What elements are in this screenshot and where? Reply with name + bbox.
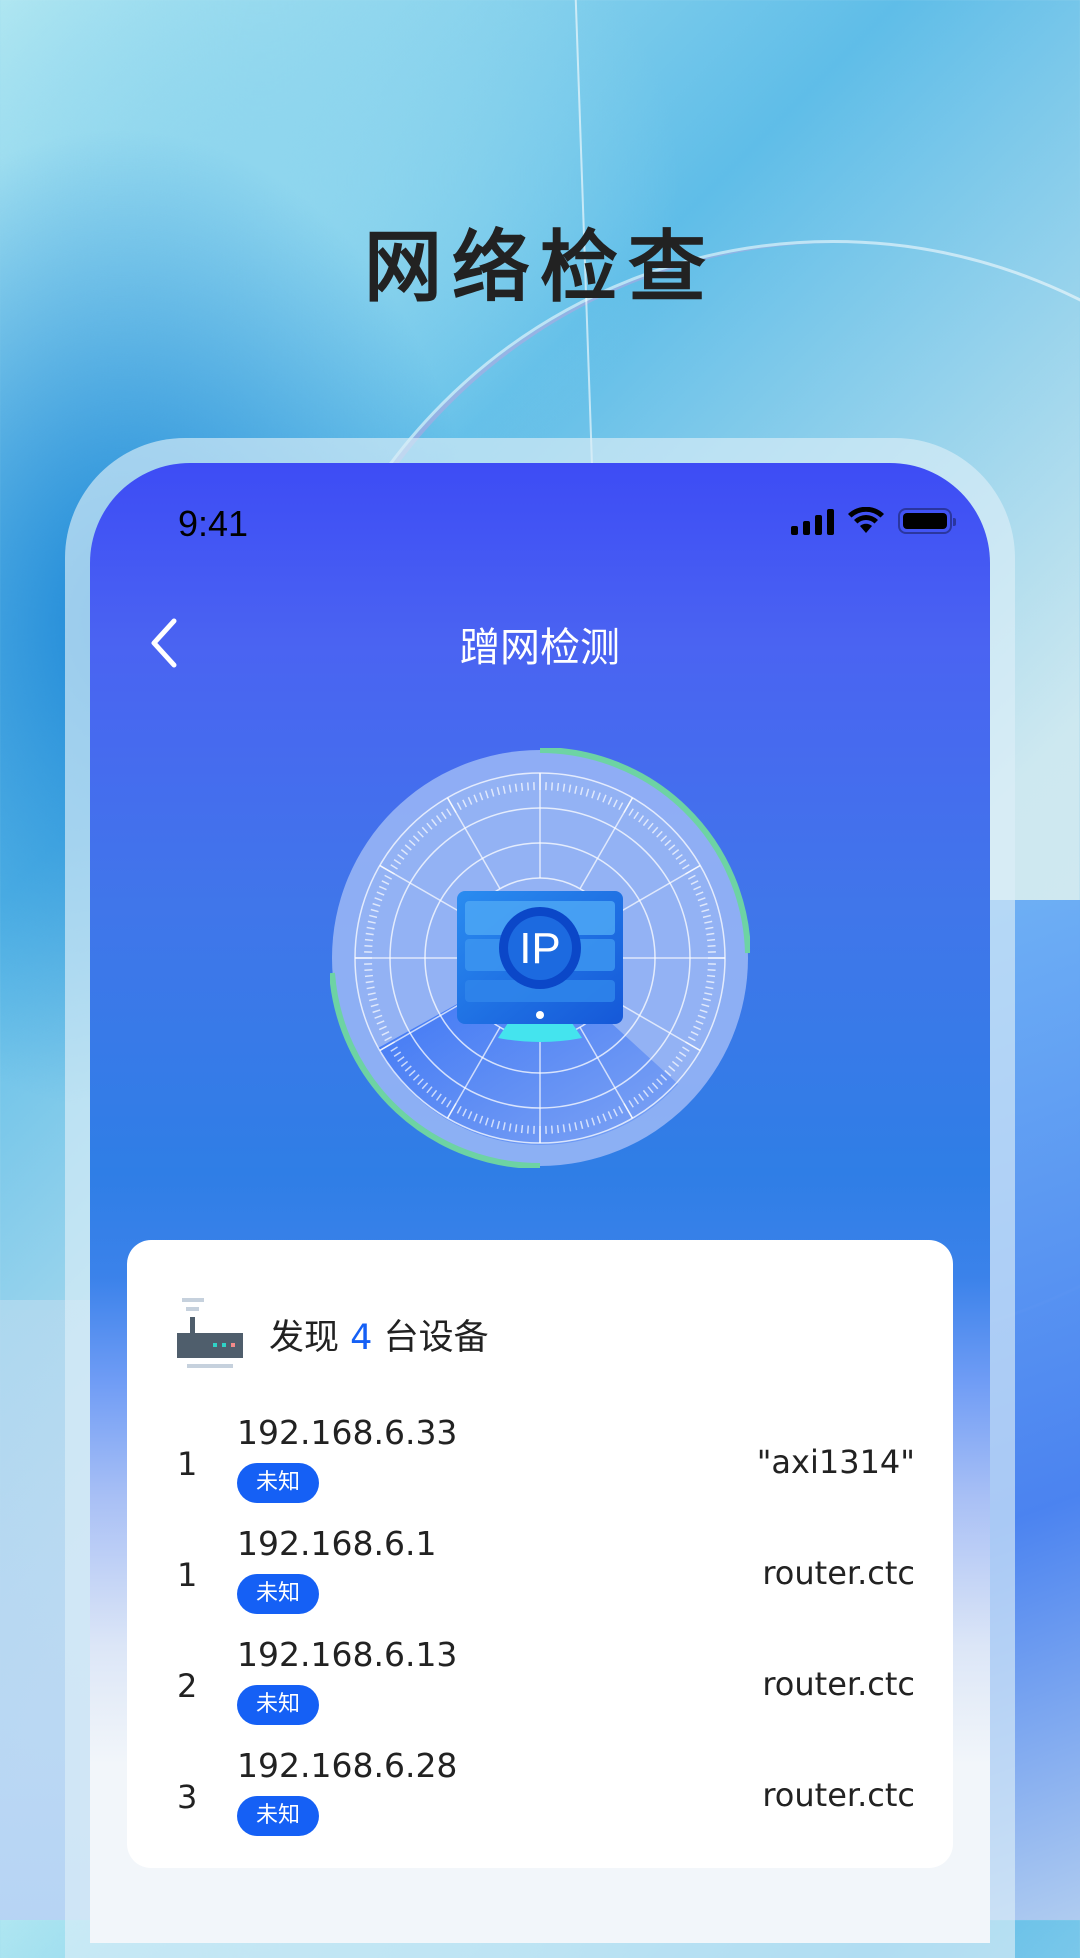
radar-tick xyxy=(707,976,715,977)
radar-tick xyxy=(552,782,553,790)
radar-tick xyxy=(364,970,372,971)
title-prefix: 发现 xyxy=(269,1318,339,1358)
device-hostname: router.ctc xyxy=(762,1665,915,1703)
device-ip: 192.168.6.1 xyxy=(237,1524,436,1563)
device-ip: 192.168.6.28 xyxy=(237,1746,457,1785)
device-count: 4 xyxy=(350,1318,372,1358)
radar-tick xyxy=(365,940,373,941)
nav-bar: 蹭网检测 xyxy=(90,603,990,683)
device-row[interactable]: 1 192.168.6.33 未知 "axi1314" xyxy=(127,1413,953,1523)
radar-tick xyxy=(708,946,716,947)
device-index: 2 xyxy=(177,1667,197,1705)
page-title: 蹭网检测 xyxy=(90,615,990,673)
device-status-badge: 未知 xyxy=(237,1796,319,1836)
device-hostname: "axi1314" xyxy=(757,1443,915,1481)
radar-tick xyxy=(552,1126,553,1134)
radar-tick xyxy=(708,970,716,971)
status-bar: 9:41 xyxy=(90,463,990,573)
status-time: 9:41 xyxy=(178,503,248,545)
radar-tick xyxy=(528,1126,529,1134)
radar-scanner: IP xyxy=(330,748,750,1168)
device-index: 3 xyxy=(177,1778,197,1816)
devices-card: 发现 4 台设备 1 192.168.6.33 未知 "axi1314" 1 1… xyxy=(127,1240,953,1868)
device-row[interactable]: 2 192.168.6.13 未知 router.ctc xyxy=(127,1635,953,1745)
device-status-badge: 未知 xyxy=(237,1685,319,1725)
radar-tick xyxy=(364,946,372,947)
device-index: 1 xyxy=(177,1445,197,1483)
hero-title: 网络检查 xyxy=(0,205,1080,317)
device-hostname: router.ctc xyxy=(762,1776,915,1814)
router-icon xyxy=(177,1298,245,1370)
ip-label: IP xyxy=(519,924,561,973)
radar-tick xyxy=(528,782,529,790)
battery-icon xyxy=(898,508,952,534)
device-row[interactable]: 3 192.168.6.28 未知 router.ctc xyxy=(127,1746,953,1856)
status-icons xyxy=(791,507,952,535)
card-header: 发现 4 台设备 xyxy=(177,1298,489,1370)
device-ip: 192.168.6.33 xyxy=(237,1413,457,1452)
device-status-badge: 未知 xyxy=(237,1574,319,1614)
radar-graphic: IP xyxy=(330,748,750,1168)
radar-tick xyxy=(558,1125,559,1133)
radar-tick xyxy=(365,976,373,977)
radar-tick xyxy=(522,1125,523,1133)
devices-found-title: 发现 4 台设备 xyxy=(269,1309,489,1360)
device-ip: 192.168.6.13 xyxy=(237,1635,457,1674)
radar-tick xyxy=(558,783,559,791)
app-screen: 9:41 蹭网检测 xyxy=(90,463,990,1943)
radar-tick xyxy=(707,940,715,941)
radar-tick xyxy=(522,783,523,791)
title-suffix: 台设备 xyxy=(384,1318,489,1358)
device-status-badge: 未知 xyxy=(237,1463,319,1503)
wifi-icon xyxy=(848,507,884,535)
device-row[interactable]: 1 192.168.6.1 未知 router.ctc xyxy=(127,1524,953,1634)
device-hostname: router.ctc xyxy=(762,1554,915,1592)
signal-icon xyxy=(791,507,834,535)
device-index: 1 xyxy=(177,1556,197,1594)
